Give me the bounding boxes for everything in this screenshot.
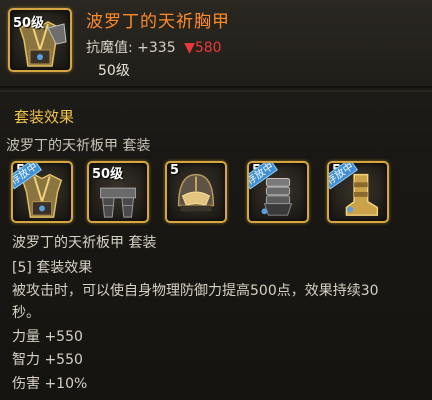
level-badge: 50级: [13, 16, 45, 31]
section-divider: [0, 86, 432, 92]
set-name: 波罗丁的天祈板甲 套装: [6, 138, 151, 154]
set-effect-title: 套装效果: [14, 108, 75, 126]
item-slot[interactable]: 50级: [8, 8, 72, 72]
item-name: 波罗丁的天祈胸甲: [86, 12, 230, 32]
stat-value: +335: [137, 40, 176, 56]
magic-resist-stat: 抗魔值: +335 ▼580: [86, 37, 222, 57]
bonus-damage: 伤害 +10%: [12, 376, 88, 392]
slot-corner-label: 50级: [92, 167, 124, 182]
set-piece-slot[interactable]: 5: [165, 161, 227, 223]
set-desc-name: 波罗丁的天祈板甲 套装: [12, 235, 157, 251]
set-bonus-count: [5] 套装效果: [12, 260, 93, 276]
stat-label: 抗魔值:: [86, 40, 133, 56]
bonus-intelligence: 智力 +550: [12, 352, 83, 368]
slot-corner-label: 5: [170, 163, 180, 178]
set-piece-slot[interactable]: 50级: [87, 161, 149, 223]
bonus-strength: 力量 +550: [12, 329, 83, 345]
set-piece-slot[interactable]: 5 存放中: [247, 161, 309, 223]
set-piece-slot[interactable]: 5 存放中: [11, 161, 73, 223]
tooltip-header: 50级 波罗丁的天祈胸甲 抗魔值: +335 ▼580 50级: [0, 0, 432, 86]
item-level: 50级: [98, 63, 130, 79]
item-tooltip-panel: 50级 波罗丁的天祈胸甲 抗魔值: +335 ▼580 50级 套装效果 波罗丁…: [0, 0, 432, 400]
set-effect-line: 被攻击时，可以使自身物理防御力提高500点，效果持续30: [12, 283, 379, 299]
set-effect-line: 秒。: [12, 305, 40, 321]
stat-diff: ▼580: [184, 40, 222, 56]
set-piece-slot[interactable]: 5 存放中: [327, 161, 389, 223]
